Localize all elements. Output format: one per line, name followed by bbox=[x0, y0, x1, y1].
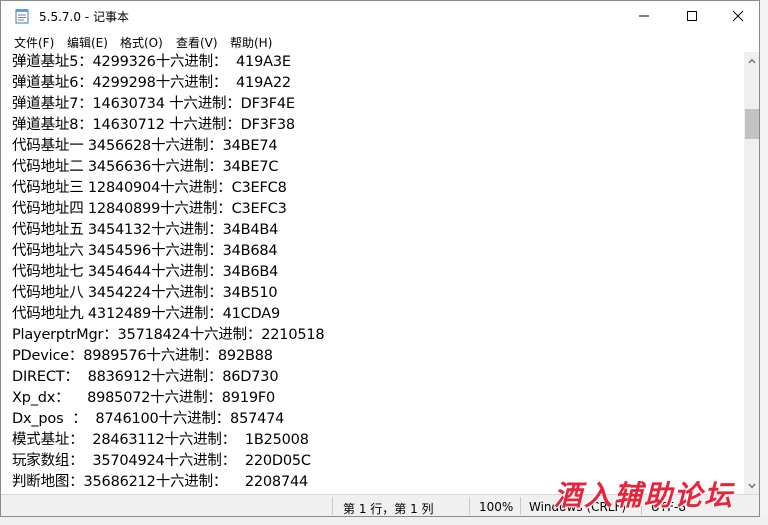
cursor-position: 第 1 行，第 1 列 bbox=[343, 502, 434, 516]
close-icon bbox=[732, 10, 744, 22]
minimize-button[interactable] bbox=[621, 1, 667, 31]
text-line: 代码基址一 3456628十六进制：34BE74 bbox=[12, 138, 278, 154]
text-line: Xp_dx： 8985072十六进制：8919F0 bbox=[12, 390, 276, 406]
chevron-down-icon bbox=[748, 483, 756, 488]
title-bar[interactable]: 5.5.7.0 - 记事本 bbox=[1, 1, 759, 31]
scroll-up-button[interactable] bbox=[744, 52, 759, 69]
scroll-down-button[interactable] bbox=[744, 477, 759, 494]
text-line: 弹道基址6：4299298十六进制： 419A22 bbox=[12, 75, 291, 91]
text-line: 判断地图：35686212十六进制： 2208744 bbox=[12, 474, 309, 490]
zoom-level: 100% bbox=[479, 500, 514, 514]
text-line: 代码地址二 3456636十六进制：34BE7C bbox=[12, 159, 279, 175]
text-line: 代码地址三 12840904十六进制：C3EFC8 bbox=[12, 180, 287, 196]
close-button[interactable] bbox=[715, 1, 759, 31]
window-title: 5.5.7.0 - 记事本 bbox=[39, 10, 129, 24]
text-editor[interactable]: 弹道基址5：4299326十六进制： 419A3E 弹道基址6：4299298十… bbox=[1, 52, 744, 494]
text-line: Dx_pos ： 8746100十六进制：857474 bbox=[12, 411, 285, 427]
text-line: 弹道基址7：14630734 十六进制：DF3F4E bbox=[12, 96, 295, 112]
text-line: 代码地址六 3454596十六进制：34B684 bbox=[12, 243, 278, 259]
text-line: 代码地址九 4312489十六进制：41CDA9 bbox=[12, 306, 281, 322]
text-line: 代码地址八 3454224十六进制：34B510 bbox=[12, 285, 278, 301]
maximize-icon bbox=[687, 11, 697, 21]
background-app-bottom bbox=[0, 517, 768, 525]
status-divider bbox=[520, 497, 521, 515]
text-line: 弹道基址8：14630712 十六进制：DF3F38 bbox=[12, 117, 295, 133]
maximize-button[interactable] bbox=[669, 1, 715, 31]
menu-bar: 文件(F) 编辑(E) 格式(O) 查看(V) 帮助(H) bbox=[1, 31, 759, 52]
text-line: DIRECT： 8836912十六进制：86D730 bbox=[12, 369, 279, 385]
text-line: PlayerptrMgr：35718424十六进制：2210518 bbox=[12, 327, 325, 343]
text-line: 玩家数组： 35704924十六进制： 220D05C bbox=[12, 453, 311, 469]
notepad-icon bbox=[15, 9, 29, 24]
status-divider bbox=[332, 497, 333, 515]
menu-format[interactable]: 格式(O) bbox=[120, 34, 163, 51]
text-line: PDevice：8989576十六进制：892B88 bbox=[12, 348, 273, 364]
minimize-icon bbox=[639, 15, 649, 17]
notepad-window: 5.5.7.0 - 记事本 文件(F) 编辑(E) 格式(O) 查看(V) 帮助… bbox=[0, 0, 760, 517]
forum-watermark: 酒入辅助论坛 bbox=[554, 479, 735, 512]
menu-file[interactable]: 文件(F) bbox=[14, 34, 54, 51]
menu-edit[interactable]: 编辑(E) bbox=[67, 34, 108, 51]
text-line: 代码地址七 3454644十六进制：34B6B4 bbox=[12, 264, 279, 280]
menu-help[interactable]: 帮助(H) bbox=[230, 34, 272, 51]
menu-view[interactable]: 查看(V) bbox=[176, 34, 218, 51]
text-line: 模式基址： 28463112十六进制： 1B25008 bbox=[12, 432, 309, 448]
text-line: 弹道基址5：4299326十六进制： 419A3E bbox=[12, 54, 291, 70]
scroll-thumb[interactable] bbox=[745, 109, 759, 139]
text-line: 代码地址四 12840899十六进制：C3EFC3 bbox=[12, 201, 287, 217]
chevron-up-icon bbox=[748, 58, 756, 63]
vertical-scrollbar[interactable] bbox=[744, 52, 759, 494]
background-app-right bbox=[760, 0, 768, 525]
status-divider bbox=[469, 497, 470, 515]
text-line: 代码地址五 3454132十六进制：34B4B4 bbox=[12, 222, 279, 238]
